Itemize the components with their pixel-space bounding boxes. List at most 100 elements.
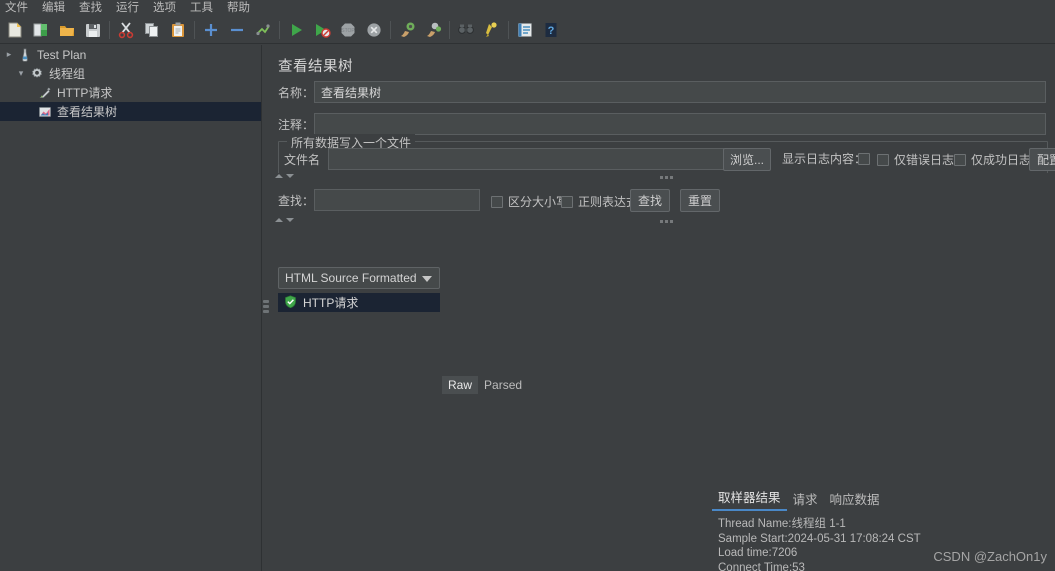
main-vertical-splitter[interactable] (262, 45, 270, 571)
regex-label: 正则表达式 (578, 195, 639, 209)
tree-node-test-plan[interactable]: ▸ Test Plan (0, 45, 261, 64)
results-splitter[interactable] (704, 489, 712, 571)
search-reset-icon[interactable] (479, 17, 505, 43)
tree-node-label: Test Plan (37, 47, 87, 62)
svg-text:?: ? (548, 25, 555, 37)
filename-input[interactable] (328, 148, 724, 170)
collapse-down-icon[interactable] (286, 218, 294, 222)
start-icon[interactable] (283, 17, 309, 43)
view-results-tree-panel: 查看结果树 名称： 注释： 所有数据写入一个文件 文件名 浏览... 显示日志内… (270, 45, 1055, 571)
toolbar-separator (194, 20, 195, 39)
collapse-down-icon[interactable] (286, 174, 294, 178)
menu-options[interactable]: 选项 (146, 0, 183, 16)
search-input[interactable] (314, 189, 480, 211)
chevron-right-icon[interactable]: ▸ (2, 49, 16, 60)
collapse-up-icon[interactable] (275, 218, 283, 222)
clear-icon[interactable] (394, 17, 420, 43)
tab-request[interactable]: 请求 (787, 489, 824, 511)
splitter-grip[interactable] (660, 176, 673, 179)
tab-parsed[interactable]: Parsed (478, 376, 528, 394)
toolbar-separator (508, 20, 509, 39)
browse-button[interactable]: 浏览... (723, 148, 771, 171)
name-input[interactable] (314, 81, 1046, 103)
tree-node-view-results-tree[interactable]: 查看结果树 (0, 102, 261, 121)
comment-label: 注释： (278, 117, 315, 132)
svg-text:STOP: STOP (341, 28, 355, 34)
renderer-combobox[interactable]: HTML Source Formatted (278, 267, 440, 289)
expand-all-icon[interactable] (198, 17, 224, 43)
cut-icon[interactable] (113, 17, 139, 43)
comment-row: 注释： (278, 113, 1048, 135)
tree-node-label: HTTP请求 (57, 86, 113, 100)
successes-only-row[interactable]: 仅成功日志 (954, 151, 1031, 168)
menu-file[interactable]: 文件 (0, 0, 35, 16)
tree-node-label: 查看结果树 (57, 105, 118, 119)
name-label: 名称： (278, 85, 315, 100)
shutdown-icon[interactable] (361, 17, 387, 43)
splitter-collapse-arrows[interactable] (275, 174, 294, 178)
configure-button[interactable]: 配置 (1029, 148, 1055, 171)
test-plan-tree[interactable]: ▸ Test Plan ▾ 线程组 HTTP请求 查看结果树 (0, 45, 262, 571)
open-templates-icon[interactable] (28, 17, 54, 43)
toolbar-separator (109, 20, 110, 39)
raw-parsed-tabs: Raw Parsed (442, 376, 528, 394)
name-row: 名称： (278, 81, 1048, 103)
detail-tabs: 取样器结果 请求 响应数据 (712, 489, 886, 511)
sample-result-list[interactable]: HTTP请求 (278, 293, 440, 571)
menu-help[interactable]: 帮助 (220, 0, 257, 16)
search-label: 查找： (278, 193, 315, 208)
save-icon[interactable] (80, 17, 106, 43)
regex-checkbox[interactable] (561, 195, 573, 208)
case-sensitive-checkbox[interactable] (491, 195, 503, 208)
search-icon[interactable] (453, 17, 479, 43)
success-shield-icon (284, 294, 297, 311)
function-helper-icon[interactable] (512, 17, 538, 43)
regex-row[interactable]: 正则表达式 (561, 193, 638, 210)
list-item[interactable]: HTTP请求 (278, 293, 440, 312)
clear-all-icon[interactable] (420, 17, 446, 43)
errors-only-row[interactable]: 仅错误日志 (877, 151, 954, 168)
stop-icon[interactable]: STOP (335, 17, 361, 43)
tab-raw[interactable]: Raw (442, 376, 479, 394)
renderer-selected-value: HTML Source Formatted (285, 271, 417, 285)
collapse-up-icon[interactable] (275, 174, 283, 178)
log-display-checkbox[interactable] (858, 153, 870, 165)
tree-node-http-request[interactable]: HTTP请求 (0, 83, 261, 102)
open-folder-icon[interactable] (54, 17, 80, 43)
menu-run[interactable]: 运行 (109, 0, 146, 16)
comment-input[interactable] (314, 113, 1046, 135)
view-results-tree-icon (36, 105, 54, 119)
successes-only-checkbox[interactable] (954, 153, 966, 166)
tab-sampler-result[interactable]: 取样器结果 (712, 487, 787, 511)
menu-search[interactable]: 查找 (72, 0, 109, 16)
toggle-icon[interactable] (250, 17, 276, 43)
copy-icon[interactable] (139, 17, 165, 43)
search-row: 查找： (278, 189, 480, 211)
menu-edit[interactable]: 编辑 (35, 0, 72, 16)
toolbar-separator (279, 20, 280, 39)
search-button[interactable]: 查找 (630, 189, 670, 212)
jmeter-window: 文件 编辑 查找 运行 选项 工具 帮助 STOP ? ▸ Test Plan … (0, 0, 1055, 571)
reset-button[interactable]: 重置 (680, 189, 720, 212)
chevron-down-icon[interactable]: ▾ (14, 68, 28, 79)
errors-only-checkbox[interactable] (877, 153, 889, 166)
horizontal-splitter-top[interactable] (270, 173, 1055, 182)
toolbar: STOP ? (0, 16, 1055, 44)
filename-row: 文件名 (284, 148, 724, 170)
horizontal-splitter-bottom[interactable] (270, 217, 1055, 226)
new-file-icon[interactable] (2, 17, 28, 43)
tree-node-label: 线程组 (49, 67, 86, 81)
splitter-collapse-arrows[interactable] (275, 218, 294, 222)
collapse-all-icon[interactable] (224, 17, 250, 43)
start-no-pauses-icon[interactable] (309, 17, 335, 43)
chevron-down-icon[interactable] (422, 276, 432, 282)
case-sensitive-row[interactable]: 区分大小写 (491, 193, 568, 210)
paste-icon[interactable] (165, 17, 191, 43)
menu-tools[interactable]: 工具 (183, 0, 220, 16)
help-icon[interactable]: ? (538, 17, 564, 43)
tab-response-data[interactable]: 响应数据 (824, 489, 886, 511)
menu-bar: 文件 编辑 查找 运行 选项 工具 帮助 (0, 0, 1055, 16)
tree-node-thread-group[interactable]: ▾ 线程组 (0, 64, 261, 83)
splitter-grip[interactable] (660, 220, 673, 223)
splitter-grip[interactable] (263, 300, 269, 324)
